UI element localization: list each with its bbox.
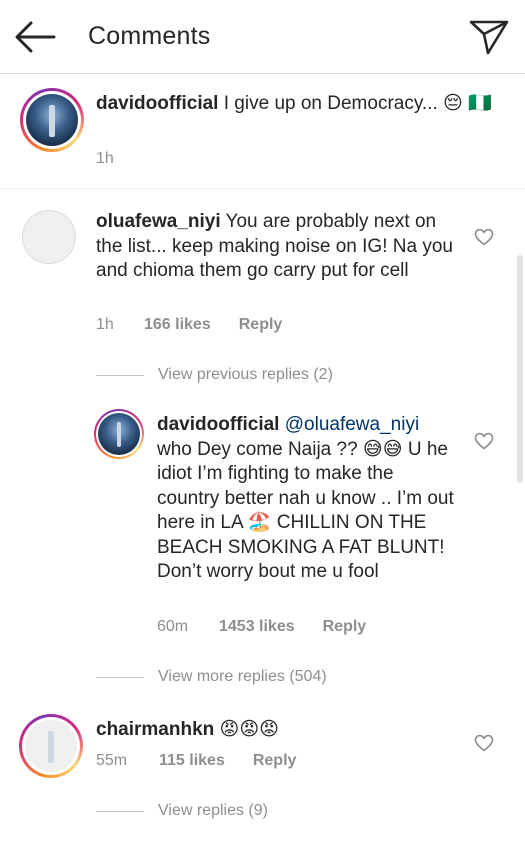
reply-text: davidoofficial @oluafewa_niyi who Dey co…: [157, 413, 457, 585]
top-bar: Comments: [0, 0, 525, 74]
reply-body: who Dey come Naija ?? 😅😅 U he idiot I’m …: [157, 438, 454, 583]
reply-mention[interactable]: @oluafewa_niyi: [279, 414, 419, 435]
caption-text: davidoofficial I give up on Democracy...…: [96, 92, 496, 117]
view-more-replies-label[interactable]: View more replies (504): [158, 668, 327, 686]
view-replies-label[interactable]: View replies (9): [158, 802, 268, 820]
scrollbar-thumb[interactable]: [517, 255, 523, 483]
reply-likes-count[interactable]: 1453 likes: [219, 618, 295, 636]
view-previous-replies[interactable]: View previous replies (2): [96, 366, 333, 384]
arrow-left-icon[interactable]: [14, 20, 56, 54]
divider-line: [96, 374, 144, 376]
caption-username[interactable]: davidoofficial: [96, 93, 218, 114]
comment-username[interactable]: chairmanhkn: [96, 719, 214, 740]
heart-icon[interactable]: [474, 432, 494, 450]
view-previous-replies-label[interactable]: View previous replies (2): [158, 366, 333, 384]
reply-button[interactable]: Reply: [239, 316, 283, 334]
divider-line: [96, 810, 144, 812]
comment-username[interactable]: oluafewa_niyi: [96, 211, 221, 232]
reply-button[interactable]: Reply: [323, 618, 367, 636]
caption-body: I give up on Democracy... 😔 🇳🇬: [218, 93, 492, 114]
paper-plane-icon[interactable]: [468, 18, 510, 56]
reply-time: 60m: [157, 618, 189, 635]
reply-avatar[interactable]: [94, 409, 144, 459]
likes-count[interactable]: 115 likes: [159, 752, 225, 770]
scrollbar[interactable]: [515, 0, 525, 845]
comment-time: 55m: [96, 752, 128, 769]
comment-meta: 55m 115 likes Reply: [96, 752, 296, 770]
view-more-replies[interactable]: View more replies (504): [96, 668, 327, 686]
caption-meta: 1h: [96, 150, 114, 168]
comment-text: oluafewa_niyi You are probably next on t…: [96, 210, 456, 284]
caption-time: 1h: [96, 150, 114, 167]
heart-icon[interactable]: [474, 734, 494, 752]
view-replies[interactable]: View replies (9): [96, 802, 268, 820]
page-title: Comments: [88, 22, 211, 50]
reply-button[interactable]: Reply: [253, 752, 297, 770]
comment-time: 1h: [96, 316, 114, 333]
comment-body: 😡😡😡: [214, 719, 279, 740]
post-caption: davidoofficial I give up on Democracy...…: [0, 74, 525, 189]
comment-avatar[interactable]: [22, 210, 76, 264]
caption-avatar[interactable]: [20, 88, 84, 152]
comment-text: chairmanhkn 😡😡😡: [96, 718, 456, 743]
divider-line: [96, 676, 144, 678]
comment-meta: 1h 166 likes Reply: [96, 316, 282, 334]
likes-count[interactable]: 166 likes: [144, 316, 211, 334]
comment-avatar[interactable]: [19, 714, 83, 778]
reply-username[interactable]: davidoofficial: [157, 414, 279, 435]
heart-icon[interactable]: [474, 228, 494, 246]
reply-meta: 60m 1453 likes Reply: [157, 618, 366, 636]
